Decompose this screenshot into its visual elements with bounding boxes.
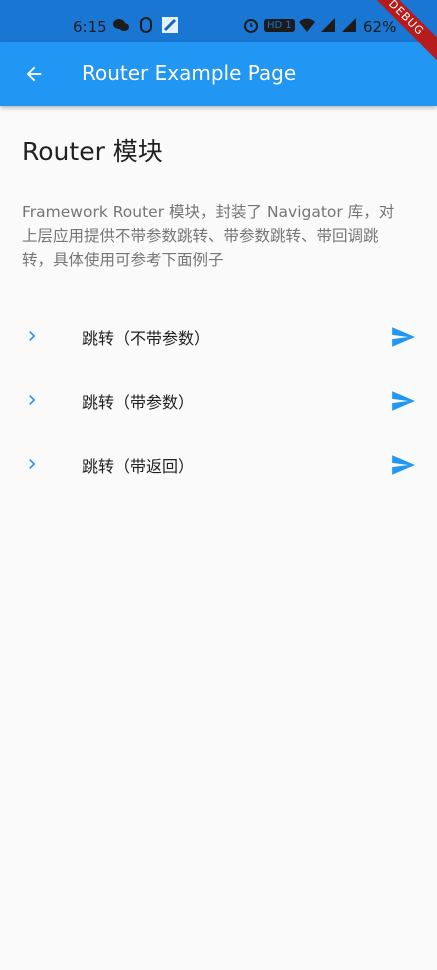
alarm-icon <box>244 19 258 33</box>
page-description: Framework Router 模块，封装了 Navigator 库，对上层应… <box>22 203 395 269</box>
arrow-back-icon <box>26 66 42 82</box>
send-icon[interactable] <box>390 388 416 414</box>
send-icon[interactable] <box>390 452 416 478</box>
app-title: Router Example Page <box>82 61 297 85</box>
list-item[interactable]: 跳转（不带参数） <box>0 304 437 368</box>
send-icon[interactable] <box>390 324 416 350</box>
signal-5g-icon <box>321 18 335 32</box>
wifi-icon <box>299 18 315 32</box>
list-item-label: 跳转（带参数） <box>82 393 195 412</box>
list-item-label: 跳转（不带参数） <box>82 329 211 348</box>
notification-icon <box>140 17 152 33</box>
list-item[interactable]: 跳转（带参数） <box>0 368 437 432</box>
status-bar: 6:15 HD 1 62% <box>0 0 437 42</box>
chevron-right-icon <box>29 331 36 341</box>
app-notification-icon <box>162 17 178 33</box>
hd-badge: HD 1 <box>264 19 295 32</box>
back-button[interactable] <box>14 54 54 94</box>
chevron-right-icon <box>29 395 36 405</box>
router-list: 跳转（不带参数） 跳转（带参数） 跳转（带返回） <box>0 304 437 496</box>
page-title: Router 模块 <box>22 137 163 166</box>
app-bar: Router Example Page <box>0 42 437 106</box>
list-item-label: 跳转（带返回） <box>82 457 195 476</box>
list-item[interactable]: 跳转（带返回） <box>0 432 437 496</box>
wechat-icon <box>113 19 129 31</box>
status-time: 6:15 <box>73 18 107 36</box>
chevron-right-icon <box>29 459 36 469</box>
signal-4g-icon <box>342 18 356 32</box>
battery-percent: 62% <box>363 18 397 36</box>
